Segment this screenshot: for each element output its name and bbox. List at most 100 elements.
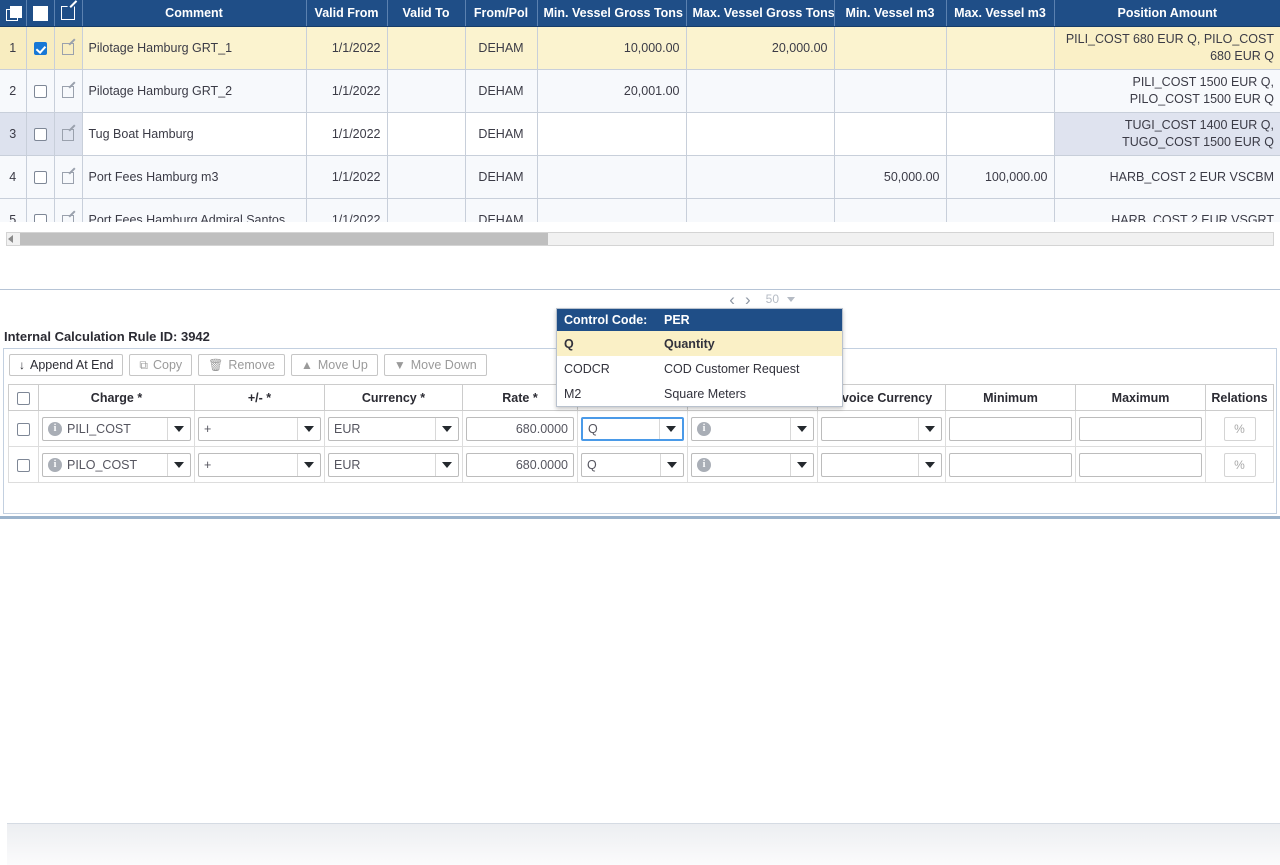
chevron-down-icon[interactable] (790, 418, 813, 440)
row-select-checkbox[interactable] (26, 70, 54, 113)
per-select[interactable]: Q (581, 453, 684, 477)
cell-per[interactable]: Q (578, 411, 688, 447)
table-row[interactable]: 4 Port Fees Hamburg m3 1/1/2022 DEHAM 50… (0, 156, 1280, 199)
dropdown-option-m2[interactable]: M2 Square Meters (557, 381, 842, 406)
row-select-checkbox[interactable] (9, 411, 39, 447)
cell-charge[interactable]: iPILI_COST (39, 411, 195, 447)
cell-charge[interactable]: iPILO_COST (39, 447, 195, 483)
column-header-from-pol[interactable]: From/Pol (465, 0, 537, 27)
move-down-button[interactable]: ▼ Move Down (384, 354, 487, 376)
table-row[interactable]: 1 Pilotage Hamburg GRT_1 1/1/2022 DEHAM … (0, 27, 1280, 70)
chevron-down-icon[interactable] (167, 418, 190, 440)
cell-relations[interactable]: % (1206, 411, 1274, 447)
column-header-plusminus[interactable]: +/- * (195, 385, 325, 411)
minimum-input[interactable] (949, 453, 1072, 477)
row-edit-button[interactable] (54, 156, 82, 199)
row-select-checkbox[interactable] (9, 447, 39, 483)
page-size-select[interactable]: 50 (761, 290, 800, 308)
column-header-select-all[interactable] (26, 0, 54, 27)
column-header-relations[interactable]: Relations (1206, 385, 1274, 411)
column-header-currency[interactable]: Currency * (325, 385, 463, 411)
cell-minimum[interactable] (946, 411, 1076, 447)
chevron-down-icon[interactable] (918, 418, 941, 440)
scrollbar-thumb[interactable] (20, 233, 548, 245)
cell-rate[interactable]: 680.0000 (463, 411, 578, 447)
row-edit-button[interactable] (54, 70, 82, 113)
rate-input[interactable]: 680.0000 (466, 453, 574, 477)
relations-percent-button[interactable]: % (1224, 453, 1256, 477)
cell-maximum[interactable] (1076, 447, 1206, 483)
dropdown-option-codcr[interactable]: CODCR COD Customer Request (557, 356, 842, 381)
cell-rate[interactable]: 680.0000 (463, 447, 578, 483)
column-header-min-vessel-gross-tons[interactable]: Min. Vessel Gross Tons (537, 0, 686, 27)
rate-input[interactable]: 680.0000 (466, 417, 574, 441)
relations-percent-button[interactable]: % (1224, 417, 1256, 441)
move-up-button[interactable]: ▲ Move Up (291, 354, 378, 376)
table-row[interactable]: iPILO_COST + EUR (9, 447, 1274, 483)
basis-select[interactable]: i (691, 417, 814, 441)
maximum-input[interactable] (1079, 417, 1202, 441)
column-header-charge[interactable]: Charge * (39, 385, 195, 411)
chevron-down-icon[interactable] (790, 454, 813, 476)
chevron-down-icon[interactable] (918, 454, 941, 476)
remove-button[interactable]: 🗑 Remove (198, 354, 285, 376)
cell-plusminus[interactable]: + (195, 411, 325, 447)
next-page-button[interactable]: › (745, 291, 751, 308)
maximum-input[interactable] (1079, 453, 1202, 477)
cell-basis[interactable]: i (688, 411, 818, 447)
plusminus-select[interactable]: + (198, 417, 321, 441)
cell-basis[interactable]: i (688, 447, 818, 483)
chevron-down-icon[interactable] (435, 454, 458, 476)
column-header-minimum[interactable]: Minimum (946, 385, 1076, 411)
cell-relations[interactable]: % (1206, 447, 1274, 483)
cell-minimum[interactable] (946, 447, 1076, 483)
charge-select[interactable]: iPILI_COST (42, 417, 191, 441)
chevron-down-icon[interactable] (167, 454, 190, 476)
table-row[interactable]: 3 Tug Boat Hamburg 1/1/2022 DEHAM TUGI_C… (0, 113, 1280, 156)
chevron-down-icon[interactable] (659, 419, 682, 439)
dropdown-option-q[interactable]: Q Quantity (557, 331, 842, 356)
row-select-checkbox[interactable] (26, 27, 54, 70)
append-at-end-button[interactable]: ↓ Append At End (9, 354, 123, 376)
column-header-min-vessel-m3[interactable]: Min. Vessel m3 (834, 0, 946, 27)
table-row[interactable]: iPILI_COST + EUR (9, 411, 1274, 447)
column-header-valid-to[interactable]: Valid To (387, 0, 465, 27)
column-header-max-vessel-m3[interactable]: Max. Vessel m3 (946, 0, 1054, 27)
row-edit-button[interactable] (54, 27, 82, 70)
column-header-pages[interactable] (0, 0, 26, 27)
cell-maximum[interactable] (1076, 411, 1206, 447)
cell-invoice-currency[interactable] (818, 447, 946, 483)
table-row[interactable]: 2 Pilotage Hamburg GRT_2 1/1/2022 DEHAM … (0, 70, 1280, 113)
invoice-currency-select[interactable] (821, 417, 942, 441)
cell-per[interactable]: Q (578, 447, 688, 483)
row-select-checkbox[interactable] (26, 113, 54, 156)
row-select-checkbox[interactable] (26, 156, 54, 199)
chevron-down-icon[interactable] (297, 454, 320, 476)
copy-button[interactable]: ⧉ Copy (129, 354, 192, 376)
basis-select[interactable]: i (691, 453, 814, 477)
column-header-valid-from[interactable]: Valid From (306, 0, 387, 27)
column-header-position-amount[interactable]: Position Amount (1054, 0, 1280, 27)
column-header-select-all[interactable] (9, 385, 39, 411)
plusminus-select[interactable]: + (198, 453, 321, 477)
charge-select[interactable]: iPILO_COST (42, 453, 191, 477)
cell-invoice-currency[interactable] (818, 411, 946, 447)
horizontal-scrollbar[interactable] (0, 222, 1280, 272)
column-header-comment[interactable]: Comment (82, 0, 306, 27)
column-header-max-vessel-gross-tons[interactable]: Max. Vessel Gross Tons (686, 0, 834, 27)
chevron-down-icon[interactable] (297, 418, 320, 440)
chevron-down-icon[interactable] (435, 418, 458, 440)
column-header-edit[interactable] (54, 0, 82, 27)
cell-currency[interactable]: EUR (325, 447, 463, 483)
cell-plusminus[interactable]: + (195, 447, 325, 483)
scroll-left-arrow-icon[interactable] (8, 235, 13, 243)
currency-select[interactable]: EUR (328, 417, 459, 441)
column-header-maximum[interactable]: Maximum (1076, 385, 1206, 411)
chevron-down-icon[interactable] (660, 454, 683, 476)
row-edit-button[interactable] (54, 113, 82, 156)
control-code-dropdown[interactable]: Control Code: PER Q Quantity CODCR COD C… (556, 308, 843, 407)
prev-page-button[interactable]: ‹ (729, 291, 735, 308)
invoice-currency-select[interactable] (821, 453, 942, 477)
per-select[interactable]: Q (581, 417, 684, 441)
currency-select[interactable]: EUR (328, 453, 459, 477)
